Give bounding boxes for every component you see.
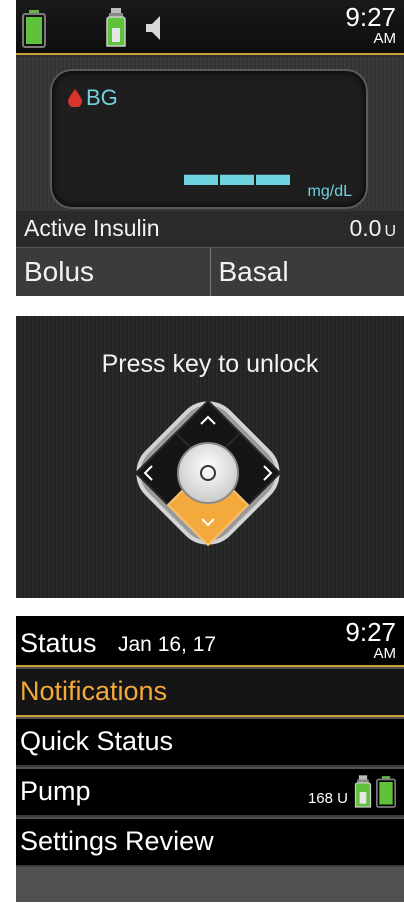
home-tabs: Bolus Basal xyxy=(16,247,404,296)
active-insulin-value: 0.0 U xyxy=(349,215,396,242)
menu-item-quick-status[interactable]: Quick Status xyxy=(16,719,404,767)
status-header: Status Jan 16, 17 9:27 AM xyxy=(16,616,404,667)
tab-basal[interactable]: Basal xyxy=(209,248,404,296)
pump-status: 168 U xyxy=(308,775,396,809)
clock-ampm: AM xyxy=(373,30,397,47)
menu-item-settings-review[interactable]: Settings Review xyxy=(16,819,404,867)
lock-screen: Press key to unlock xyxy=(16,316,404,598)
clock: 9:27 AM xyxy=(345,619,396,661)
status-screen: Status Jan 16, 17 9:27 AM Notifications … xyxy=(16,616,404,902)
bg-area: BG ▬▬▬ mg/dL xyxy=(16,57,404,211)
menu-item-pump[interactable]: Pump 168 U xyxy=(16,769,404,817)
bg-label: BG xyxy=(86,85,118,110)
active-insulin-unit: U xyxy=(384,223,396,240)
clock: 9:27 AM xyxy=(345,4,396,46)
status-date: Jan 16, 17 xyxy=(118,633,217,656)
clock-time: 9:27 xyxy=(345,617,396,647)
speaker-icon xyxy=(146,16,160,40)
clock-time: 9:27 xyxy=(345,2,396,32)
active-insulin-row: Active Insulin 0.0 U xyxy=(16,211,404,247)
reservoir-amount: 168 U xyxy=(307,790,348,807)
battery-icon xyxy=(22,10,46,48)
bg-display[interactable]: BG ▬▬▬ mg/dL xyxy=(50,69,368,209)
home-screen: 9:27 AM BG ▬▬▬ mg/dL Active Insulin 0.0 U… xyxy=(16,0,404,296)
page-title: Status xyxy=(20,628,97,658)
bg-unit: mg/dL xyxy=(307,183,352,200)
active-insulin-label: Active Insulin xyxy=(24,215,160,241)
menu-item-label: Settings Review xyxy=(20,826,214,856)
insulin-vial-icon xyxy=(354,775,372,808)
navigation-keypad xyxy=(134,399,282,547)
active-insulin-amount: 0.0 xyxy=(349,215,382,241)
status-bar: 9:27 AM xyxy=(16,0,404,55)
tab-bolus[interactable]: Bolus xyxy=(16,248,210,296)
menu-item-label: Quick Status xyxy=(20,726,174,756)
menu-item-label: Notifications xyxy=(20,676,168,706)
menu-item-label: Pump xyxy=(20,776,91,806)
insulin-vial-icon xyxy=(106,8,126,47)
bg-value: ▬▬▬ xyxy=(184,155,292,193)
key-center[interactable] xyxy=(177,442,239,504)
battery-icon xyxy=(376,776,396,808)
menu-item-notifications[interactable]: Notifications xyxy=(16,669,404,717)
blood-drop-icon xyxy=(68,89,82,107)
clock-ampm: AM xyxy=(373,645,397,662)
